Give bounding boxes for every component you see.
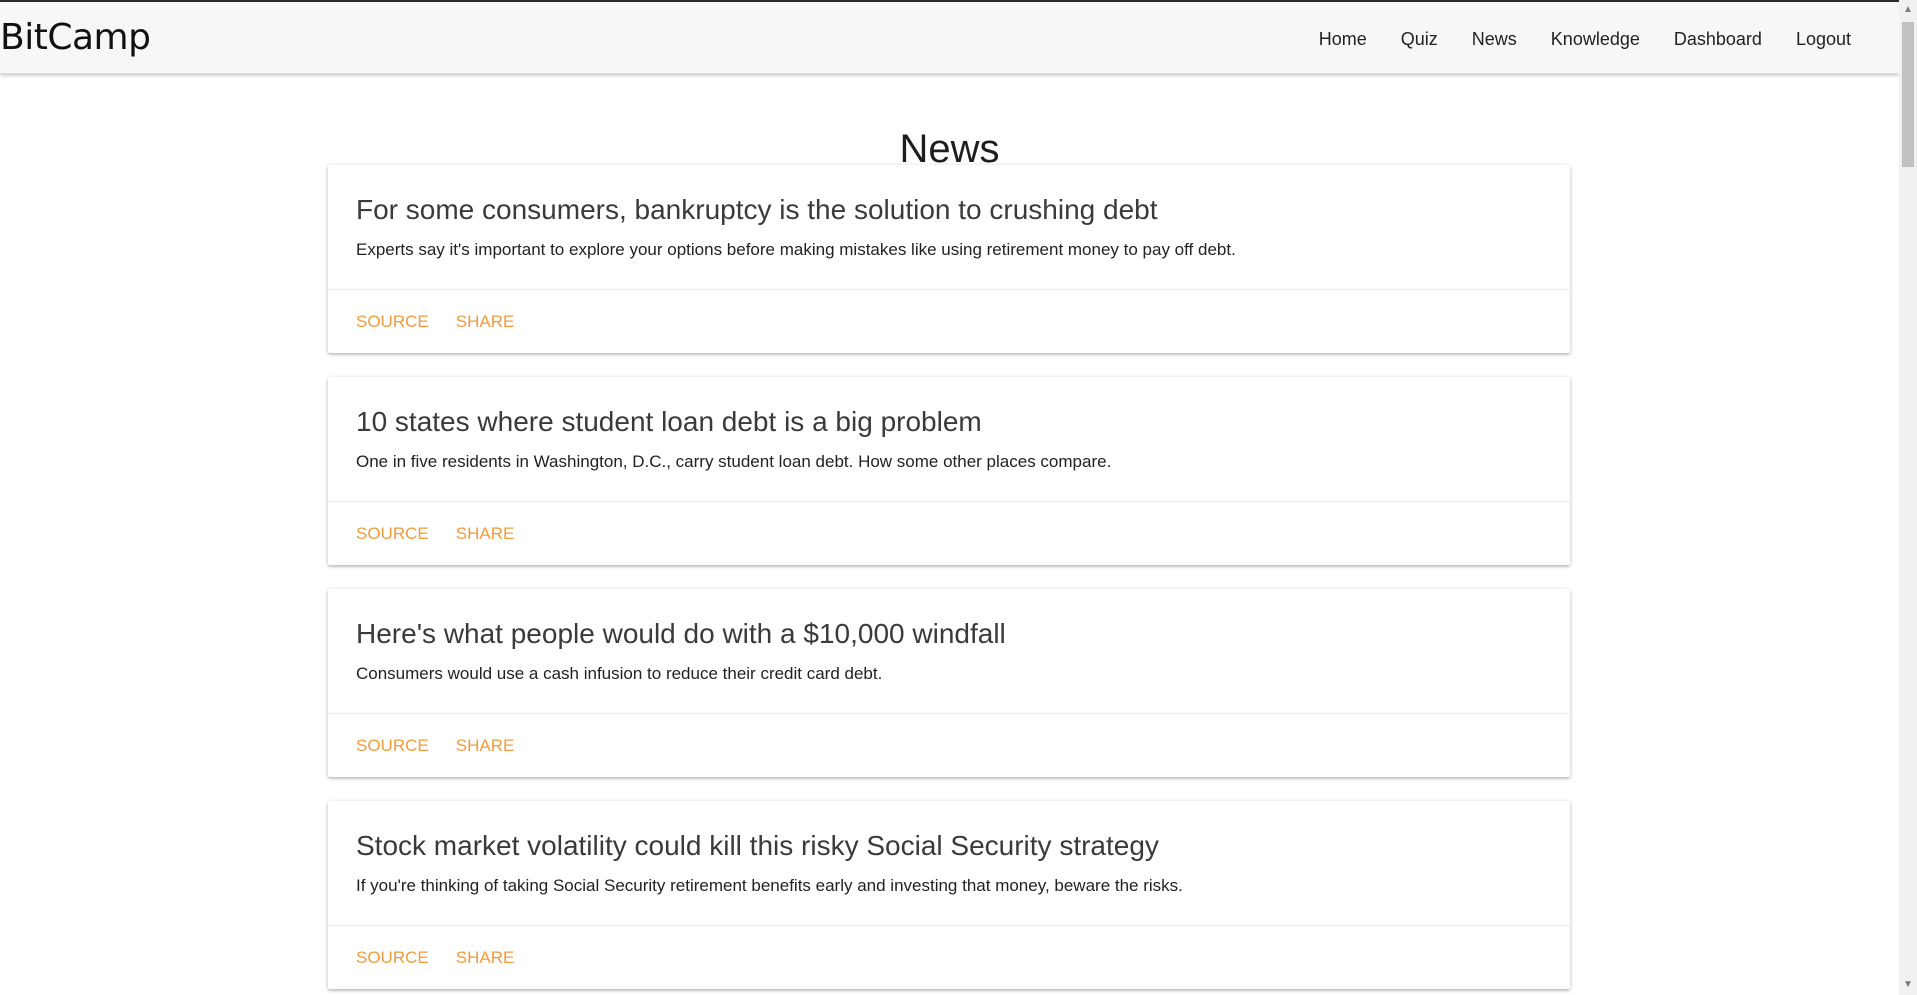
card-divider bbox=[328, 501, 1570, 502]
brand-logo[interactable]: BitCamp bbox=[0, 18, 151, 58]
news-card-title: 10 states where student loan debt is a b… bbox=[356, 406, 982, 437]
card-divider bbox=[328, 713, 1570, 714]
nav-menu: Home Quiz News Knowledge Dashboard Logou… bbox=[1285, 28, 1851, 50]
share-link[interactable]: SHARE bbox=[456, 523, 515, 545]
card-actions: SOURCE SHARE bbox=[356, 735, 541, 757]
nav-link-knowledge[interactable]: Knowledge bbox=[1551, 28, 1640, 50]
card-actions: SOURCE SHARE bbox=[356, 311, 541, 333]
nav-link-dashboard[interactable]: Dashboard bbox=[1674, 28, 1762, 50]
card-divider bbox=[328, 925, 1570, 926]
news-card-summary: If you're thinking of taking Social Secu… bbox=[356, 876, 1183, 895]
news-card-title: Here's what people would do with a $10,0… bbox=[356, 618, 1006, 649]
card-actions: SOURCE SHARE bbox=[356, 523, 541, 545]
news-card-title: For some consumers, bankruptcy is the so… bbox=[356, 194, 1158, 225]
source-link[interactable]: SOURCE bbox=[356, 735, 429, 757]
news-card: 10 states where student loan debt is a b… bbox=[328, 377, 1570, 565]
vertical-scrollbar[interactable]: ▲ ▼ bbox=[1899, 0, 1917, 995]
news-card-summary: Experts say it's important to explore yo… bbox=[356, 240, 1236, 259]
share-link[interactable]: SHARE bbox=[456, 735, 515, 757]
news-card-summary: Consumers would use a cash infusion to r… bbox=[356, 664, 883, 683]
share-link[interactable]: SHARE bbox=[456, 947, 515, 969]
scroll-up-arrow-icon[interactable]: ▲ bbox=[1899, 2, 1917, 18]
card-actions: SOURCE SHARE bbox=[356, 947, 541, 969]
nav-link-logout[interactable]: Logout bbox=[1796, 28, 1851, 50]
scrollbar-thumb[interactable] bbox=[1902, 22, 1914, 167]
source-link[interactable]: SOURCE bbox=[356, 311, 429, 333]
scroll-down-arrow-icon[interactable]: ▼ bbox=[1899, 977, 1917, 993]
share-link[interactable]: SHARE bbox=[456, 311, 515, 333]
nav-link-news[interactable]: News bbox=[1472, 28, 1517, 50]
source-link[interactable]: SOURCE bbox=[356, 947, 429, 969]
source-link[interactable]: SOURCE bbox=[356, 523, 429, 545]
news-card-title: Stock market volatility could kill this … bbox=[356, 830, 1159, 861]
news-card: For some consumers, bankruptcy is the so… bbox=[328, 165, 1570, 353]
card-divider bbox=[328, 289, 1570, 290]
news-card: Here's what people would do with a $10,0… bbox=[328, 589, 1570, 777]
nav-link-home[interactable]: Home bbox=[1319, 28, 1367, 50]
navbar: BitCamp Home Quiz News Knowledge Dashboa… bbox=[0, 2, 1899, 74]
news-card: Stock market volatility could kill this … bbox=[328, 801, 1570, 989]
nav-link-quiz[interactable]: Quiz bbox=[1401, 28, 1438, 50]
news-card-summary: One in five residents in Washington, D.C… bbox=[356, 452, 1112, 471]
